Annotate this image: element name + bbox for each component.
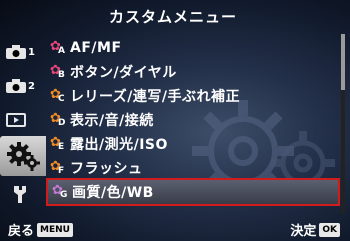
custom-gear-g-icon: ✿ G <box>52 183 68 200</box>
menu-item-f[interactable]: ✿ F フラッシュ <box>46 156 340 180</box>
menu-item-b[interactable]: ✿ B ボタン/ダイヤル <box>46 60 340 84</box>
wrench-icon <box>14 186 26 203</box>
camera-menu-screen: カスタムメニュー 1 2 ✿ A AF/MF ✿ B ボタン/ダイヤル ✿ C … <box>0 0 350 241</box>
tab-setup[interactable] <box>6 182 40 206</box>
ok-key-icon: OK <box>319 222 340 237</box>
tab-playback[interactable] <box>6 108 40 132</box>
custom-gear-e-icon: ✿ E <box>50 135 65 152</box>
custom-gear-c-icon: ✿ C <box>50 87 65 104</box>
tab-shooting-1[interactable]: 1 <box>6 40 40 64</box>
menu-item-label: 露出/測光/ISO <box>70 137 168 153</box>
scrollbar-thumb[interactable] <box>341 34 345 90</box>
tab-number: 1 <box>28 46 35 58</box>
tab-number: 2 <box>28 80 35 92</box>
back-label: 戻る <box>8 224 35 239</box>
menu-title: カスタムメニュー <box>108 8 237 26</box>
custom-gear-f-icon: ✿ F <box>50 159 65 176</box>
tab-shooting-2[interactable]: 2 <box>6 74 40 98</box>
menu-item-label: AF/MF <box>70 40 122 56</box>
back-button[interactable]: 戻る MENU <box>8 220 73 239</box>
ok-button[interactable]: 決定 OK <box>290 220 340 239</box>
ok-label: 決定 <box>290 224 317 239</box>
custom-gears-icon <box>7 142 40 171</box>
menu-item-d[interactable]: ✿ D 表示/音/接続 <box>46 108 340 132</box>
menu-item-c[interactable]: ✿ C レリーズ/連写/手ぶれ補正 <box>46 84 340 108</box>
custom-gear-d-icon: ✿ D <box>50 111 66 128</box>
menu-item-label: 表示/音/接続 <box>70 113 154 129</box>
camera-icon <box>6 79 26 93</box>
menu-item-label: レリーズ/連写/手ぶれ補正 <box>70 89 241 105</box>
custom-gear-a-icon: ✿ A <box>50 39 65 56</box>
menu-item-label: フラッシュ <box>70 161 143 177</box>
menu-scrollbar[interactable] <box>341 34 345 214</box>
menu-item-e[interactable]: ✿ E 露出/測光/ISO <box>46 132 340 156</box>
playback-icon <box>6 113 26 127</box>
menu-sidebar: 1 2 <box>0 34 46 214</box>
menu-item-g[interactable]: ✿ G 画質/色/WB <box>46 178 340 206</box>
menu-item-label: ボタン/ダイヤル <box>70 65 177 81</box>
menu-footer: 戻る MENU 決定 OK <box>0 218 350 239</box>
custom-gear-b-icon: ✿ B <box>50 63 65 80</box>
tab-custom-menu[interactable] <box>0 136 46 176</box>
menu-item-a[interactable]: ✿ A AF/MF <box>46 36 340 60</box>
menu-key-icon: MENU <box>37 222 73 237</box>
menu-item-label: 画質/色/WB <box>72 185 154 201</box>
camera-icon <box>6 45 26 59</box>
